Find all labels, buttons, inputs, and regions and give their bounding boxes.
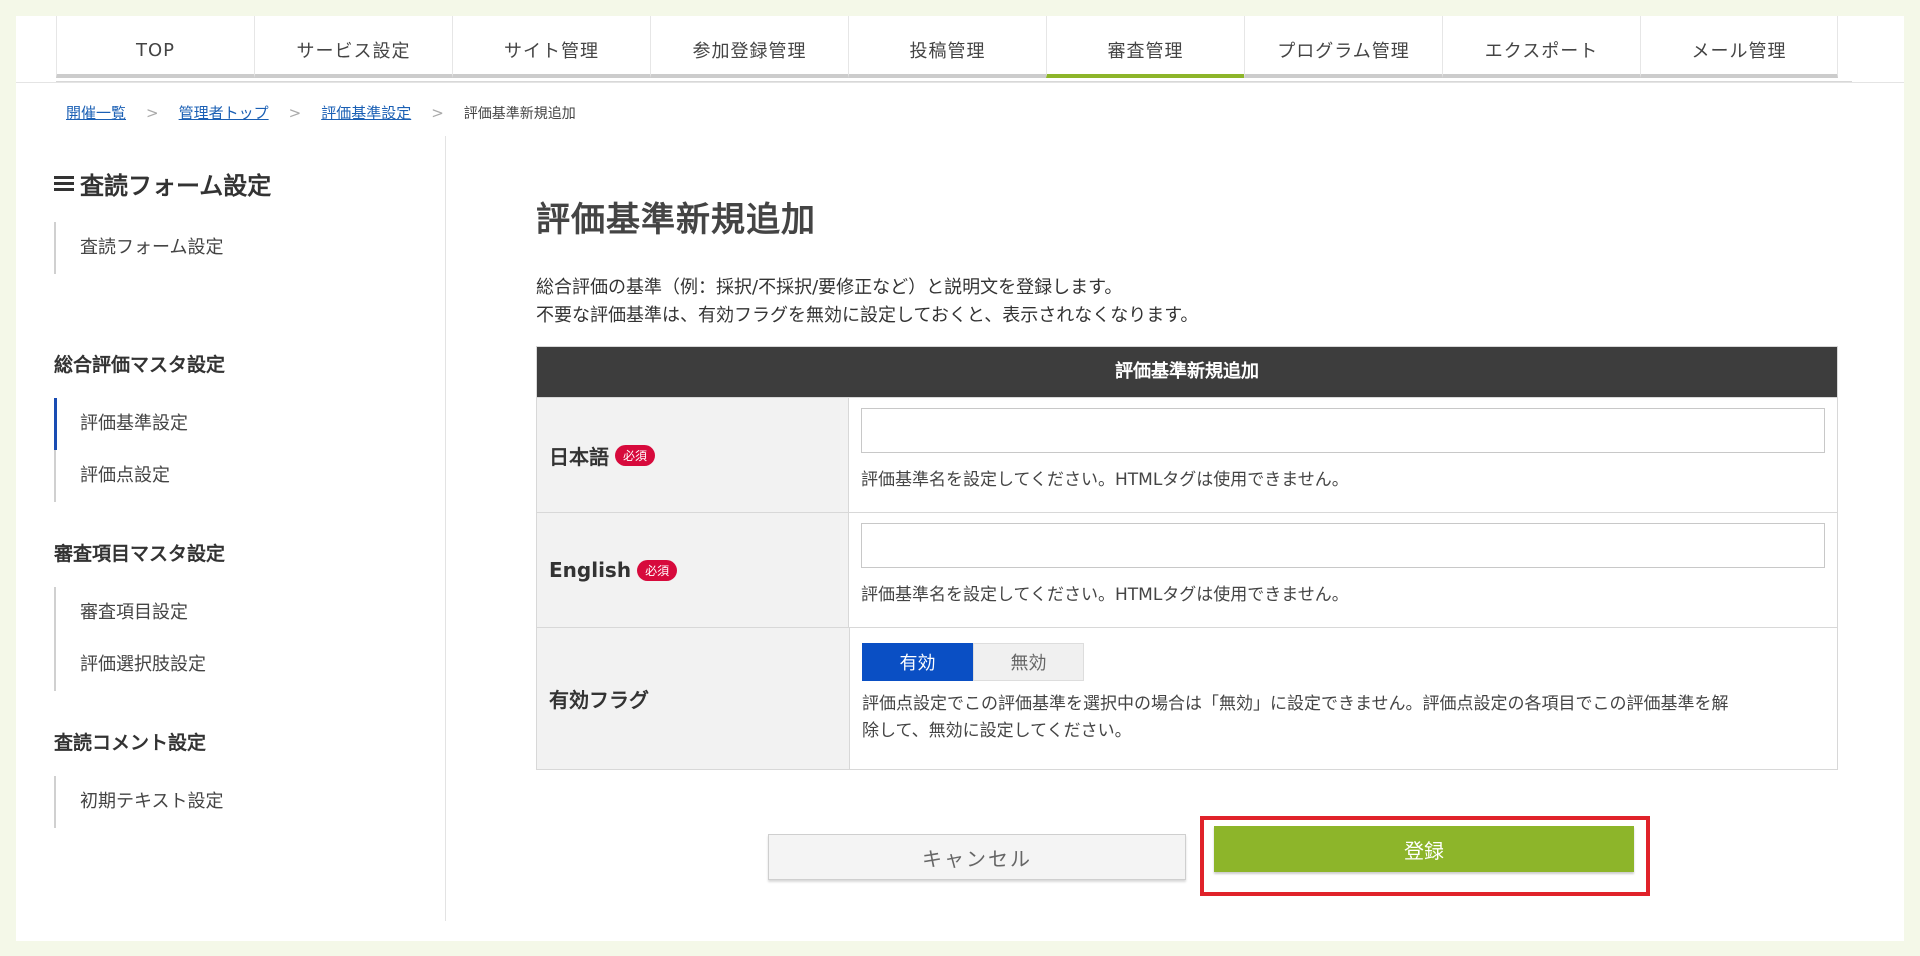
breadcrumb-separator-icon: > <box>146 103 159 122</box>
sidebar-title-text: 査読フォーム設定 <box>80 172 272 200</box>
nav-item-export[interactable]: エクスポート <box>1442 16 1640 78</box>
breadcrumb-separator-icon: > <box>431 103 444 122</box>
description-line-2: 不要な評価基準は、有効フラグを無効に設定しておくと、表示されなくなります。 <box>536 305 1199 326</box>
sidebar-item-score-settings[interactable]: 評価点設定 <box>56 450 188 502</box>
form-field-english: 評価基準名を設定してください。HTMLタグは使用できません。 <box>849 513 1837 627</box>
required-badge: 必須 <box>615 444 656 466</box>
english-label-text: English <box>549 558 632 582</box>
sidebar-title: 査読フォーム設定 <box>54 166 271 201</box>
form-row-active-flag: 有効フラグ 有効 無効 評価点設定でこの評価基準を選択中の場合は「無効」に設定で… <box>537 627 1837 769</box>
active-flag-toggle: 有効 無効 <box>862 643 1825 681</box>
form-field-active-flag: 有効 無効 評価点設定でこの評価基準を選択中の場合は「無効」に設定できません。評… <box>850 628 1837 769</box>
toggle-inactive-button[interactable]: 無効 <box>973 643 1084 681</box>
sidebar-item-initial-text[interactable]: 初期テキスト設定 <box>56 776 223 828</box>
active-flag-hint: 評価点設定でこの評価基準を選択中の場合は「無効」に設定できません。評価点設定の各… <box>862 691 1825 745</box>
submit-button[interactable]: 登録 <box>1214 826 1634 872</box>
nav-item-submission-management[interactable]: 投稿管理 <box>848 16 1046 78</box>
breadcrumb: 開催一覧 > 管理者トップ > 評価基準設定 > 評価基準新規追加 <box>66 102 576 123</box>
nav-item-program-management[interactable]: プログラム管理 <box>1244 16 1442 78</box>
sidebar-heading-item-master: 審査項目マスタ設定 <box>54 543 226 565</box>
sidebar: 査読フォーム設定 査読フォーム設定 総合評価マスタ設定 評価基準設定 評価点設定… <box>54 136 446 921</box>
criteria-form: 評価基準新規追加 日本語 必須 評価基準名を設定してください。HTMLタグは使用… <box>536 346 1838 770</box>
page-frame: TOP サービス設定 サイト管理 参加登録管理 投稿管理 審査管理 プログラム管… <box>16 16 1904 941</box>
sidebar-item-criteria-settings[interactable]: 評価基準設定 <box>54 398 188 450</box>
active-flag-label-text: 有効フラグ <box>549 688 649 712</box>
hamburger-icon <box>54 173 74 194</box>
english-hint: 評価基準名を設定してください。HTMLタグは使用できません。 <box>861 585 1349 605</box>
nav-item-mail-management[interactable]: メール管理 <box>1640 16 1838 78</box>
sidebar-group-review-form: 査読フォーム設定 <box>54 222 223 274</box>
description-line-1: 総合評価の基準（例：採択/不採択/要修正など）と説明文を登録します。 <box>536 277 1123 298</box>
form-row-english: English 必須 評価基準名を設定してください。HTMLタグは使用できません… <box>537 512 1837 627</box>
form-row-japanese: 日本語 必須 評価基準名を設定してください。HTMLタグは使用できません。 <box>537 397 1837 512</box>
sidebar-item-review-items[interactable]: 審査項目設定 <box>56 587 206 639</box>
form-label-japanese: 日本語 必須 <box>537 398 849 512</box>
nav-item-site-management[interactable]: サイト管理 <box>452 16 650 78</box>
sidebar-item-review-form-settings[interactable]: 査読フォーム設定 <box>56 222 223 274</box>
nav-divider <box>16 82 1904 83</box>
japanese-name-input[interactable] <box>861 408 1825 453</box>
japanese-label-text: 日本語 <box>549 444 609 469</box>
active-flag-hint-line-2: 除して、無効に設定してください。 <box>862 721 1132 741</box>
sidebar-heading-overall-master: 総合評価マスタ設定 <box>54 354 226 376</box>
sidebar-item-choice-settings[interactable]: 評価選択肢設定 <box>56 639 206 691</box>
english-name-input[interactable] <box>861 523 1825 568</box>
form-label-active-flag: 有効フラグ <box>537 628 850 769</box>
breadcrumb-link-admin-top[interactable]: 管理者トップ <box>179 102 269 123</box>
toggle-active-button[interactable]: 有効 <box>862 643 973 681</box>
nav-item-service-settings[interactable]: サービス設定 <box>254 16 452 78</box>
active-flag-hint-line-1: 評価点設定でこの評価基準を選択中の場合は「無効」に設定できません。評価点設定の各… <box>862 694 1729 714</box>
form-header: 評価基準新規追加 <box>537 347 1837 397</box>
breadcrumb-link-criteria-settings[interactable]: 評価基準設定 <box>321 102 411 123</box>
breadcrumb-separator-icon: > <box>288 103 302 122</box>
cancel-button[interactable]: キャンセル <box>768 834 1186 880</box>
breadcrumb-current: 評価基準新規追加 <box>463 105 576 122</box>
page-title: 評価基準新規追加 <box>536 200 816 240</box>
nav-item-top[interactable]: TOP <box>56 16 254 78</box>
required-badge: 必須 <box>637 559 678 581</box>
japanese-hint: 評価基準名を設定してください。HTMLタグは使用できません。 <box>861 470 1349 490</box>
sidebar-group-item-master: 審査項目設定 評価選択肢設定 <box>54 587 206 691</box>
sidebar-heading-comment: 査読コメント設定 <box>54 732 207 754</box>
nav-item-review-management[interactable]: 審査管理 <box>1046 16 1244 78</box>
form-field-japanese: 評価基準名を設定してください。HTMLタグは使用できません。 <box>849 398 1837 512</box>
page-description: 総合評価の基準（例：採択/不採択/要修正など）と説明文を登録します。 不要な評価… <box>536 274 1198 330</box>
sidebar-group-comment: 初期テキスト設定 <box>54 776 223 828</box>
breadcrumb-link-event-list[interactable]: 開催一覧 <box>66 102 126 123</box>
form-label-english: English 必須 <box>537 513 849 627</box>
top-nav: TOP サービス設定 サイト管理 参加登録管理 投稿管理 審査管理 プログラム管… <box>56 16 1852 82</box>
sidebar-group-overall-master: 評価基準設定 評価点設定 <box>54 398 188 502</box>
nav-item-registration-management[interactable]: 参加登録管理 <box>650 16 848 78</box>
